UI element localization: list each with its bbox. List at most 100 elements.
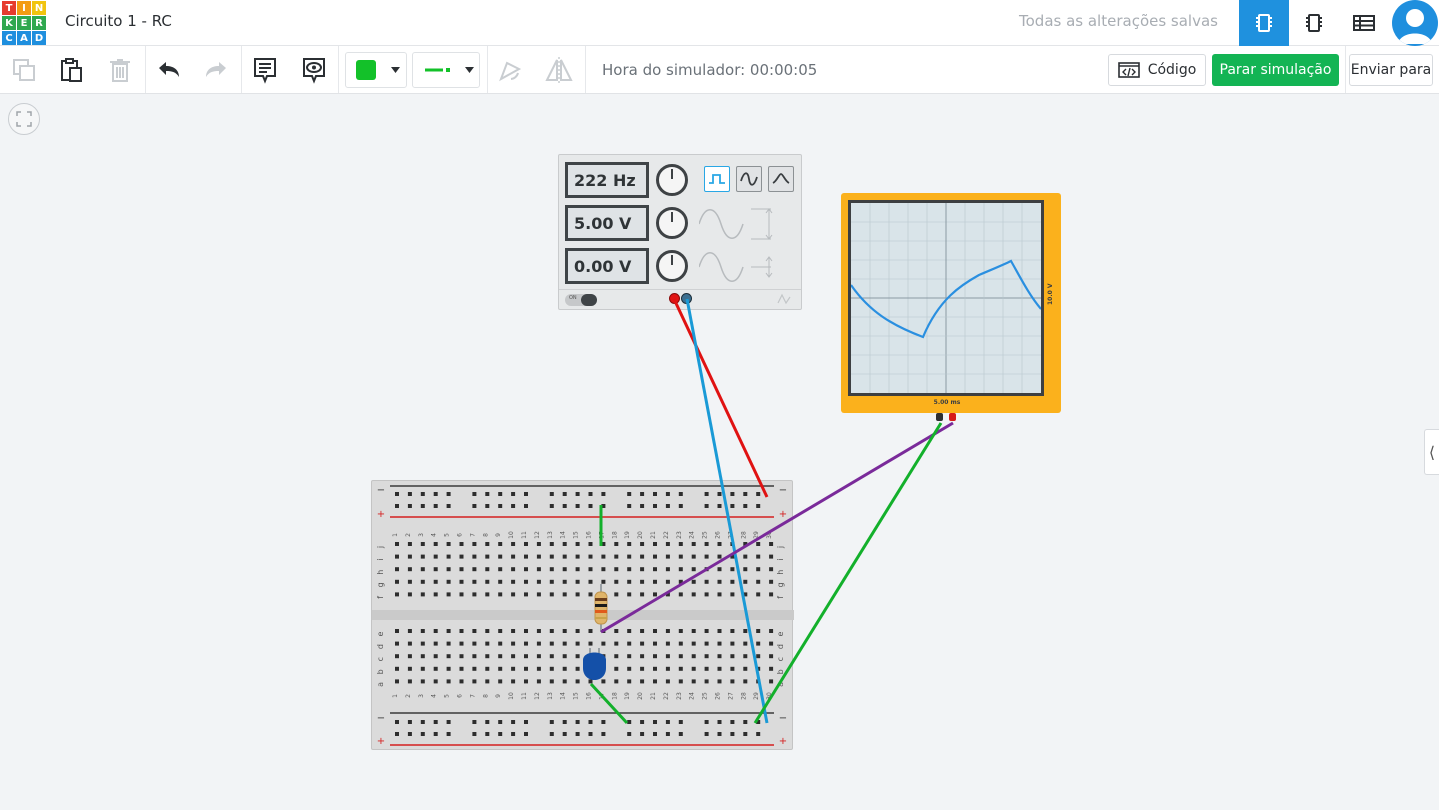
offset-knob[interactable]: [656, 250, 688, 282]
schematic-view-button[interactable]: [1289, 0, 1339, 46]
svg-text:2: 2: [405, 533, 412, 537]
svg-text:26: 26: [715, 692, 722, 700]
positive-terminal[interactable]: [669, 293, 680, 304]
workplane-canvas[interactable]: ⟨ 222 Hz 5.00 V 0.00 V ON 5.00 ms 10.0 V…: [0, 94, 1439, 810]
code-icon: [1117, 62, 1140, 78]
svg-text:21: 21: [650, 531, 657, 539]
svg-text:4: 4: [431, 533, 438, 537]
zoom-to-fit-button[interactable]: [8, 103, 40, 135]
svg-text:a: a: [376, 682, 385, 687]
user-avatar[interactable]: [1392, 0, 1438, 46]
svg-text:7: 7: [469, 694, 476, 698]
top-header: TIN KER CAD Circuito 1 - RC Todas as alter…: [0, 0, 1439, 46]
svg-text:19: 19: [624, 692, 631, 700]
oscilloscope-trace: [850, 203, 1042, 393]
mirror-button[interactable]: [542, 54, 576, 86]
copy-button[interactable]: [7, 54, 41, 86]
paste-icon: [61, 58, 82, 82]
svg-text:20: 20: [637, 531, 644, 539]
svg-text:18: 18: [611, 692, 618, 700]
delete-button[interactable]: [103, 54, 137, 86]
document-title[interactable]: Circuito 1 - RC: [65, 12, 172, 30]
svg-text:f: f: [776, 596, 785, 599]
svg-text:2: 2: [405, 694, 412, 698]
scope-negative-probe[interactable]: [936, 413, 943, 421]
triangle-wave-icon: [772, 173, 790, 184]
amplitude-knob[interactable]: [656, 207, 688, 239]
svg-text:g: g: [376, 582, 385, 587]
svg-text:27: 27: [727, 692, 734, 700]
negative-terminal[interactable]: [681, 293, 692, 304]
wire-type-icon: [425, 68, 450, 72]
time-per-division: 5.00 ms: [933, 399, 961, 406]
svg-text:8: 8: [482, 533, 489, 537]
svg-text:3: 3: [418, 694, 425, 698]
undo-button[interactable]: [152, 54, 186, 86]
svg-text:j: j: [376, 546, 385, 549]
svg-text:15: 15: [573, 692, 580, 700]
function-generator[interactable]: 222 Hz 5.00 V 0.00 V ON: [558, 154, 802, 310]
power-switch[interactable]: ON: [565, 294, 597, 306]
frequency-knob[interactable]: [656, 164, 688, 196]
notes-visibility-button[interactable]: [297, 54, 331, 86]
components-panel-toggle[interactable]: ⟨: [1424, 429, 1439, 475]
svg-text:10: 10: [508, 531, 515, 539]
scope-positive-probe[interactable]: [949, 413, 956, 421]
svg-text:17: 17: [598, 531, 605, 539]
sine-wave-button[interactable]: [736, 166, 762, 192]
svg-text:d: d: [776, 644, 785, 649]
fit-view-icon: [16, 111, 32, 127]
logo-letter: K: [2, 16, 16, 30]
wire-red-generator[interactable]: [672, 298, 769, 498]
svg-text:5: 5: [444, 694, 451, 698]
circuit-view-button[interactable]: [1239, 0, 1289, 46]
svg-text:20: 20: [637, 692, 644, 700]
svg-text:28: 28: [740, 531, 747, 539]
editor-toolbar: Hora do simulador: 00:00:05 Código Parar…: [0, 46, 1439, 94]
svg-text:6: 6: [457, 694, 464, 698]
svg-text:23: 23: [676, 531, 683, 539]
svg-text:4: 4: [431, 694, 438, 698]
frequency-display: 222 Hz: [565, 162, 649, 198]
save-status: Todas as alterações salvas: [1019, 12, 1218, 30]
table-view-icon: [1353, 15, 1375, 31]
svg-text:j: j: [776, 546, 785, 549]
svg-text:12: 12: [534, 692, 541, 700]
paste-button[interactable]: [54, 54, 88, 86]
svg-text:1: 1: [392, 694, 399, 698]
logo-letter: A: [17, 31, 31, 45]
power-switch-knob: [581, 294, 597, 306]
component-list-button[interactable]: [1339, 0, 1389, 46]
rotate-button[interactable]: [493, 54, 527, 86]
oscilloscope[interactable]: 5.00 ms 10.0 V: [841, 193, 1061, 421]
stop-simulation-button[interactable]: Parar simulação: [1212, 54, 1339, 86]
breadboard[interactable]: − − + + − − + +1 1 2 2 3 3 4 4 5 5 6 6 7 7 8 8 9 9 10 10 11 11 12 12 13…: [371, 480, 794, 750]
wire-type-dropdown[interactable]: [412, 52, 480, 88]
power-label: ON: [569, 295, 577, 301]
svg-text:25: 25: [702, 692, 709, 700]
color-picker-dropdown[interactable]: [345, 52, 407, 88]
generator-bottom-bar: ON: [559, 289, 801, 309]
redo-button[interactable]: [199, 54, 233, 86]
toolbar-separator: [487, 46, 488, 93]
square-wave-button[interactable]: [704, 166, 730, 192]
toolbar-separator: [338, 46, 339, 93]
svg-text:30: 30: [766, 531, 773, 539]
tinkercad-logo[interactable]: TIN KER CAD: [2, 1, 46, 45]
svg-text:−: −: [377, 485, 385, 496]
oscilloscope-screen: [848, 200, 1044, 396]
color-swatch: [356, 60, 376, 80]
notes-button[interactable]: [248, 54, 282, 86]
chevron-down-icon: [391, 67, 400, 73]
svg-text:24: 24: [689, 692, 696, 700]
logo-letter: D: [32, 31, 46, 45]
triangle-wave-button[interactable]: [768, 166, 794, 192]
svg-text:10: 10: [508, 692, 515, 700]
user-avatar-icon: [1398, 9, 1432, 44]
send-to-button[interactable]: Enviar para: [1349, 54, 1433, 86]
svg-text:g: g: [776, 582, 785, 587]
code-button[interactable]: Código: [1108, 54, 1206, 86]
logo-letter: E: [17, 16, 31, 30]
rotate-icon: [499, 61, 522, 82]
svg-text:+: +: [779, 509, 787, 520]
